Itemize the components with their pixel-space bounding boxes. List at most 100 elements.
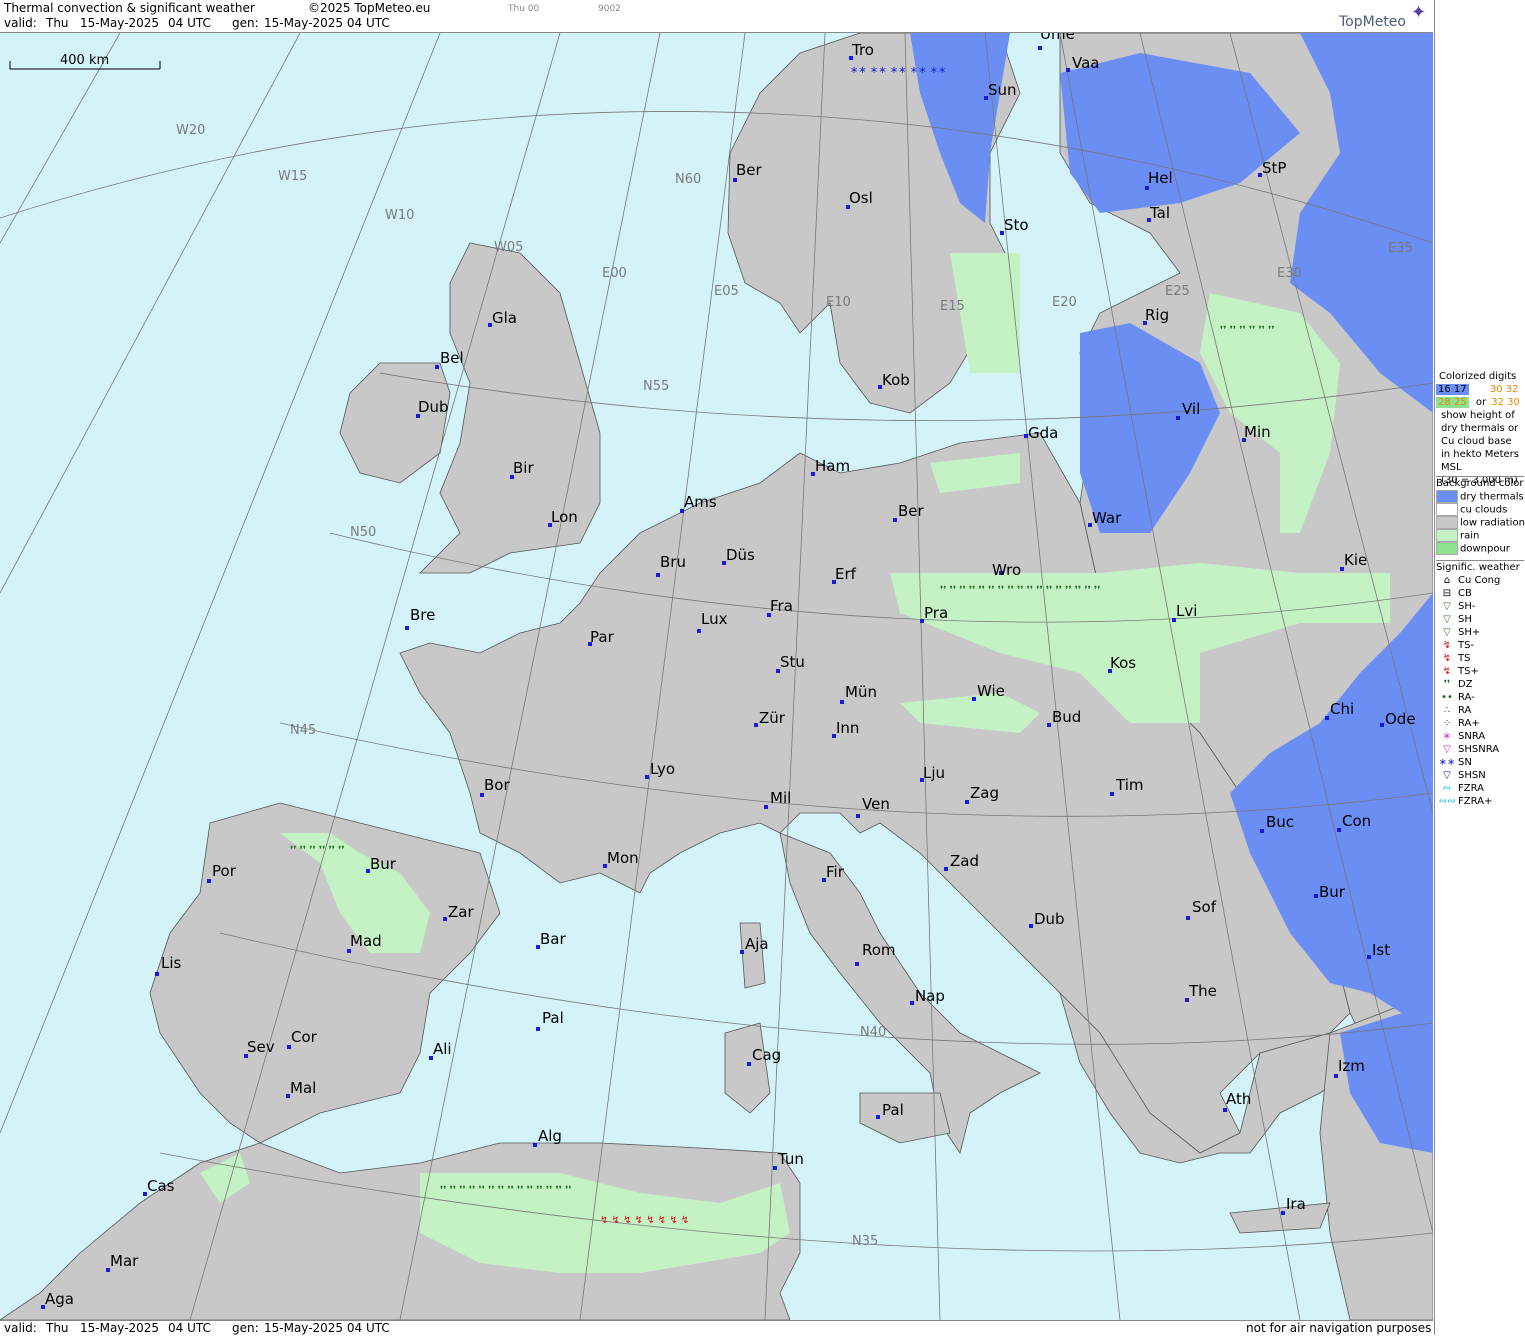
city-label: Pal bbox=[542, 1009, 564, 1027]
scale-label: 400 km bbox=[60, 53, 109, 68]
city-marker: Hel bbox=[1145, 169, 1173, 190]
city-label: Izm bbox=[1338, 1057, 1365, 1075]
city-label: Hel bbox=[1148, 169, 1173, 187]
wx-legend-item: ⌂ Cu Cong bbox=[1436, 574, 1524, 587]
city-marker: Mün bbox=[840, 683, 877, 704]
city-label: Bor bbox=[484, 776, 510, 794]
city-marker: Par bbox=[588, 628, 615, 646]
footer-valid-date: 15-May-2025 bbox=[80, 1321, 160, 1335]
colorized-legend: Colorized digits 16 17 30 32 28 25 or 32… bbox=[1436, 370, 1524, 487]
footer-disclaimer: not for air navigation purposes bbox=[1246, 1321, 1432, 1335]
weather-symbol-icon: ▽ bbox=[1443, 744, 1451, 755]
city-label: Rom bbox=[862, 941, 896, 959]
city-marker: Ams bbox=[680, 493, 717, 513]
city-label: Mon bbox=[607, 849, 639, 867]
city-marker: Cor bbox=[287, 1028, 318, 1049]
city-marker: Rig bbox=[1143, 306, 1169, 325]
city-label: Tal bbox=[1149, 204, 1170, 222]
wx-legend-item: ▽ SH+ bbox=[1436, 626, 1524, 639]
colorized-title: Colorized digits bbox=[1439, 371, 1517, 382]
grid-label: E25 bbox=[1165, 284, 1190, 299]
bg-swatch bbox=[1436, 503, 1458, 516]
city-label: Gda bbox=[1028, 424, 1058, 442]
city-marker: Zag bbox=[965, 784, 999, 804]
valid-day: Thu bbox=[46, 16, 69, 30]
city-marker: Pra bbox=[920, 604, 948, 623]
wx-legend-label: SH bbox=[1458, 614, 1472, 625]
city-marker: Gla bbox=[488, 309, 517, 327]
footer-valid-time: 04 UTC bbox=[168, 1321, 211, 1335]
city-label: Dub bbox=[418, 398, 449, 416]
city-marker: Bir bbox=[510, 459, 534, 479]
city-label: Sev bbox=[247, 1038, 275, 1056]
weather-map[interactable]: 400 km W20 W15 W10 W05 E00 E05 E10 E15 E… bbox=[0, 33, 1433, 1320]
city-marker: Pal bbox=[536, 1009, 564, 1031]
weather-symbol-icon: ∴ bbox=[1443, 705, 1451, 716]
city-marker: Kob bbox=[878, 371, 910, 389]
grid-label: W15 bbox=[278, 169, 307, 184]
legend-desc-line: in hekto Meters bbox=[1441, 449, 1519, 460]
legend-desc-line: Cu cloud base bbox=[1441, 436, 1512, 447]
wx-legend-item: ↯ TS- bbox=[1436, 639, 1524, 652]
city-label: Par bbox=[590, 628, 615, 646]
city-label: Ams bbox=[684, 493, 717, 511]
city-marker: Bor bbox=[480, 776, 510, 797]
city-label: Kob bbox=[882, 371, 910, 389]
colorized-sample-a: 16 17 bbox=[1436, 384, 1469, 395]
city-label: Ume bbox=[1040, 33, 1075, 43]
city-label: Buc bbox=[1266, 813, 1294, 831]
city-marker: StP bbox=[1258, 159, 1286, 177]
weather-symbol-icon: ↯ bbox=[1442, 653, 1452, 664]
grid-label: N45 bbox=[290, 723, 316, 738]
city-marker: Gda bbox=[1024, 424, 1058, 442]
footer-valid-label: valid: bbox=[4, 1321, 37, 1335]
city-label: Mil bbox=[770, 789, 791, 807]
city-marker: Vaa bbox=[1066, 54, 1099, 72]
city-label: Lon bbox=[551, 508, 578, 526]
city-marker: Ira bbox=[1281, 1195, 1306, 1215]
colorized-or: or bbox=[1475, 397, 1487, 408]
weather-symbol-icon: ▽ bbox=[1443, 614, 1451, 625]
city-marker: Ber bbox=[893, 502, 925, 522]
city-marker: Bar bbox=[536, 930, 566, 949]
weather-symbol-icon: ❜❜ bbox=[1443, 679, 1451, 690]
weather-symbol-icon: ↯ bbox=[1442, 640, 1452, 651]
city-label: Fir bbox=[826, 863, 845, 881]
city-marker: Tim bbox=[1110, 776, 1143, 796]
city-marker: Izm bbox=[1334, 1057, 1365, 1078]
city-marker: Zar bbox=[443, 903, 474, 921]
city-marker: Sun bbox=[984, 81, 1017, 100]
gen-label: gen: bbox=[232, 16, 259, 30]
legend-panel: Colorized digits 16 17 30 32 28 25 or 32… bbox=[1434, 0, 1525, 1335]
map-canvas: 400 km W20 W15 W10 W05 E00 E05 E10 E15 E… bbox=[0, 33, 1433, 1320]
colorized-sample-b: 30 32 bbox=[1489, 384, 1519, 395]
city-marker: The bbox=[1185, 982, 1217, 1002]
city-label: Bur bbox=[1319, 883, 1346, 901]
city-label: Stu bbox=[780, 653, 805, 671]
city-label: Alg bbox=[538, 1127, 562, 1145]
footer-gen-label: gen: bbox=[232, 1321, 259, 1335]
city-label: Ira bbox=[1286, 1195, 1306, 1213]
city-marker: Lju bbox=[920, 764, 945, 782]
bg-legend-title: Background color bbox=[1436, 478, 1524, 489]
wx-legend-item: ∴ RA bbox=[1436, 704, 1524, 717]
city-label: Düs bbox=[726, 546, 755, 564]
city-marker: Chi bbox=[1325, 700, 1354, 720]
city-label: Pra bbox=[924, 604, 948, 622]
city-label: Lis bbox=[161, 954, 182, 972]
colorized-sample-c: 28 25 bbox=[1436, 397, 1469, 408]
weather-symbol-icon: ∗∗ bbox=[1438, 757, 1456, 768]
wx-legend-label: TS- bbox=[1458, 640, 1475, 651]
city-label: Ber bbox=[898, 502, 925, 520]
grid-label: E30 bbox=[1277, 266, 1302, 281]
city-marker: Düs bbox=[722, 546, 755, 565]
grid-label: E35 bbox=[1388, 241, 1413, 256]
weather-symbol-icon: ⌂ bbox=[1443, 575, 1451, 586]
city-label: Vaa bbox=[1072, 54, 1099, 72]
wx-legend-item: ↯ TS bbox=[1436, 652, 1524, 665]
grid-label: W20 bbox=[176, 123, 205, 138]
wx-legend-label: DZ bbox=[1458, 679, 1473, 690]
wx-legend-label: Cu Cong bbox=[1458, 575, 1501, 586]
gen-value: 15-May-2025 04 UTC bbox=[264, 16, 390, 30]
city-marker: Osl bbox=[846, 189, 873, 209]
